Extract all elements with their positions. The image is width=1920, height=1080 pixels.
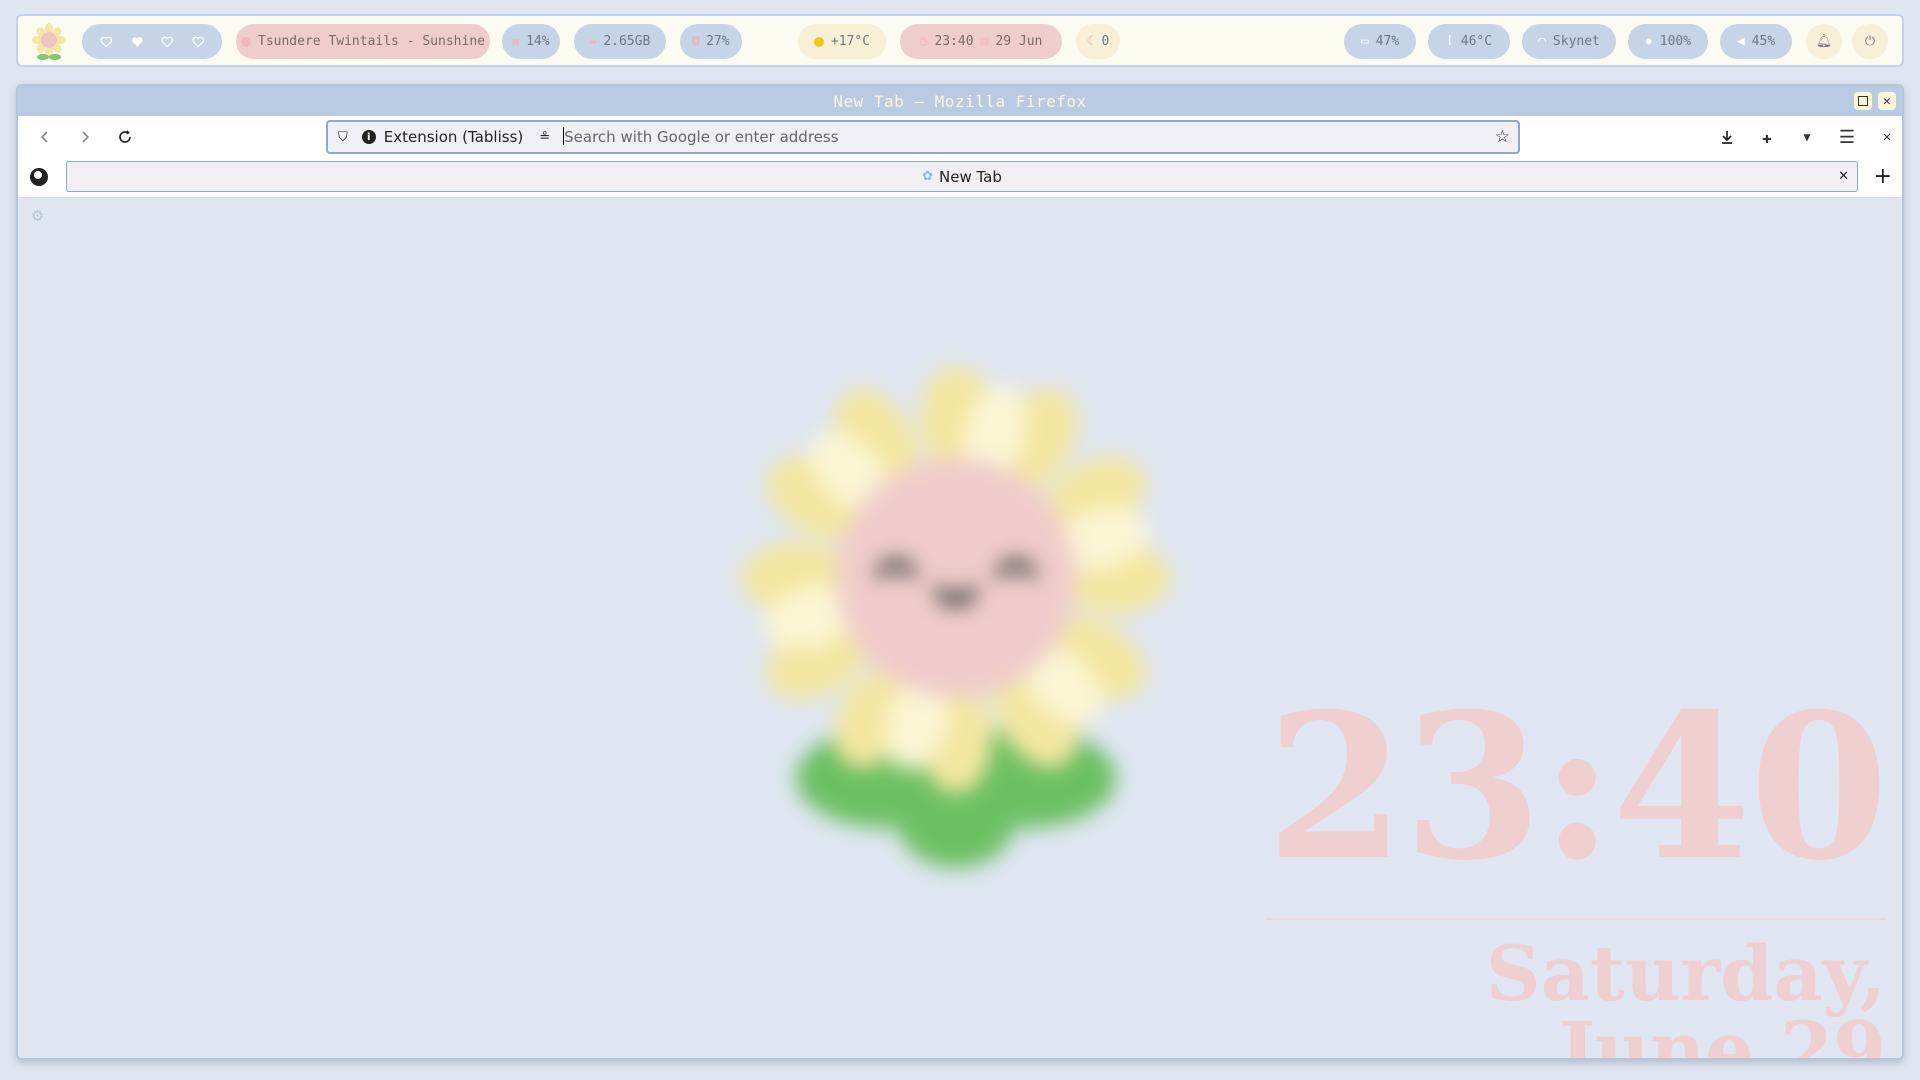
app-menu-button[interactable]: ☰ bbox=[1834, 125, 1860, 149]
clock-time-large: 23:40 bbox=[1266, 670, 1888, 905]
memory-value: 2.65GB bbox=[603, 34, 651, 49]
tab-close-icon[interactable]: ✕ bbox=[1838, 169, 1849, 184]
url-identity-label[interactable]: Extension (Tabliss) bbox=[384, 128, 523, 146]
firefox-view-button[interactable] bbox=[30, 168, 48, 186]
night-count: 0 bbox=[1101, 34, 1110, 49]
tabliss-clock: 23:40 Saturday, June 29 bbox=[1266, 670, 1888, 1060]
temperature-value: 46°C bbox=[1460, 34, 1493, 49]
workspace-switcher bbox=[82, 24, 222, 59]
sun-icon bbox=[813, 36, 824, 47]
volume-value: 45% bbox=[1751, 34, 1776, 49]
tab-new-tab[interactable]: ✿ New Tab ✕ bbox=[66, 161, 1858, 192]
firefox-window: New Tab — Mozilla Firefox ✕ ⛉ i Extensio… bbox=[16, 84, 1904, 1060]
moon-icon: ☾ bbox=[1086, 34, 1095, 49]
brightness-widget[interactable]: ✹ 100% bbox=[1628, 24, 1708, 59]
network-widget[interactable]: ◠ Skynet bbox=[1522, 24, 1616, 59]
hamburger-menu-icon: ☰ bbox=[1838, 126, 1856, 148]
reload-icon bbox=[119, 130, 131, 143]
power-icon: ⏻ bbox=[1864, 34, 1876, 49]
close-toolbar-button[interactable]: ✕ bbox=[1874, 125, 1900, 149]
weather-value: +17°C bbox=[830, 34, 871, 49]
info-icon[interactable]: i bbox=[361, 130, 376, 144]
permissions-icon[interactable]: ≗ bbox=[539, 130, 550, 145]
media-player[interactable]: Tsundere Twintails - Sunshine bbox=[236, 24, 490, 59]
blurred-flower-background-image bbox=[741, 368, 1171, 868]
workspace-4-heart-icon[interactable] bbox=[191, 35, 205, 49]
clock-divider bbox=[1266, 918, 1886, 920]
workspace-2-heart-icon[interactable] bbox=[131, 35, 144, 49]
bookmark-star-icon[interactable]: ☆ bbox=[1495, 127, 1510, 147]
workspace-1-heart-icon[interactable] bbox=[100, 35, 113, 49]
url-input[interactable]: Search with Google or enter address bbox=[563, 127, 839, 146]
notifications-button[interactable]: 🔔︎ bbox=[1806, 24, 1842, 59]
workspace-3-heart-icon[interactable] bbox=[161, 35, 174, 49]
plus-icon: + bbox=[1873, 164, 1892, 189]
power-button[interactable]: ⏻ bbox=[1852, 24, 1888, 59]
weather-widget[interactable]: +17°C bbox=[798, 24, 886, 59]
clock-time: 23:40 bbox=[934, 34, 974, 49]
tracking-shield-icon[interactable]: ⛉ bbox=[338, 130, 348, 145]
navigation-toolbar: ⛉ i Extension (Tabliss) ≗ Search with Go… bbox=[18, 116, 1902, 158]
downloads-button[interactable] bbox=[1714, 125, 1740, 149]
battery-widget[interactable]: ▭ 47% bbox=[1344, 24, 1416, 59]
speaker-icon: ◀ bbox=[1736, 34, 1745, 49]
calendar-icon: ▤ bbox=[980, 34, 989, 49]
disk-widget[interactable]: ◘ 27% bbox=[680, 24, 742, 59]
cpu-value: 14% bbox=[526, 34, 550, 49]
battery-icon: ▭ bbox=[1360, 34, 1369, 49]
tab-bar: ✿ New Tab ✕ + bbox=[18, 158, 1902, 198]
new-tab-button[interactable]: + bbox=[1874, 164, 1892, 189]
reload-button[interactable] bbox=[112, 125, 138, 149]
bell-icon: 🔔︎ bbox=[1815, 34, 1833, 49]
close-icon: ✕ bbox=[1882, 129, 1892, 145]
thermometer-icon: ǀ bbox=[1445, 34, 1454, 49]
new-tab-page: ⚙ 23:40 Saturday, June 29 bbox=[18, 198, 1902, 1060]
maximize-button[interactable] bbox=[1854, 92, 1872, 110]
disk-icon: ◘ bbox=[692, 35, 700, 48]
forward-arrow-icon bbox=[82, 131, 90, 143]
tabliss-flower-icon: ✿ bbox=[922, 169, 933, 184]
status-bar: Tsundere Twintails - Sunshine ▦ 14% ▬ 2.… bbox=[16, 14, 1904, 67]
text-caret bbox=[563, 127, 565, 145]
url-bar[interactable]: ⛉ i Extension (Tabliss) ≗ Search with Go… bbox=[326, 120, 1520, 154]
close-icon: ✕ bbox=[1882, 93, 1892, 109]
back-button[interactable] bbox=[32, 125, 58, 149]
download-icon bbox=[1722, 131, 1732, 144]
close-window-button[interactable]: ✕ bbox=[1878, 92, 1896, 110]
clock-icon: ◷ bbox=[919, 34, 928, 49]
media-title: Tsundere Twintails - Sunshine bbox=[258, 34, 485, 49]
temperature-widget[interactable]: ǀ 46°C bbox=[1428, 24, 1510, 59]
url-placeholder: Search with Google or enter address bbox=[564, 128, 839, 146]
maximize-icon bbox=[1858, 96, 1868, 106]
clock-widget[interactable]: ◷ 23:40 ▤ 29 Jun bbox=[900, 24, 1062, 59]
brightness-icon: ✹ bbox=[1644, 34, 1653, 49]
firefox-view-icon bbox=[34, 171, 42, 179]
memory-icon: ▬ bbox=[589, 35, 597, 48]
gear-icon[interactable]: ⚙ bbox=[32, 205, 43, 226]
wifi-icon: ◠ bbox=[1538, 34, 1546, 49]
clock-date-large: Saturday, June 29 bbox=[1485, 929, 1886, 1060]
network-name: Skynet bbox=[1552, 34, 1600, 49]
back-arrow-icon bbox=[40, 131, 48, 143]
cpu-icon: ▦ bbox=[512, 35, 520, 48]
volume-widget[interactable]: ◀ 45% bbox=[1720, 24, 1792, 59]
cpu-widget[interactable]: ▦ 14% bbox=[502, 24, 560, 59]
disk-value: 27% bbox=[706, 34, 730, 49]
extensions-button[interactable]: ✚ bbox=[1754, 125, 1780, 149]
music-icon bbox=[241, 36, 251, 47]
forward-button[interactable] bbox=[72, 125, 98, 149]
puzzle-icon: ✚ bbox=[1762, 127, 1772, 147]
tab-label: New Tab bbox=[939, 167, 1002, 186]
window-titlebar[interactable]: New Tab — Mozilla Firefox ✕ bbox=[18, 86, 1902, 116]
chevron-down-icon: ▼ bbox=[1803, 130, 1811, 144]
night-mode-widget[interactable]: ☾ 0 bbox=[1076, 24, 1120, 59]
clock-date: 29 Jun bbox=[995, 34, 1043, 49]
memory-widget[interactable]: ▬ 2.65GB bbox=[574, 24, 666, 59]
brightness-value: 100% bbox=[1659, 34, 1692, 49]
battery-value: 47% bbox=[1375, 34, 1400, 49]
tab-list-button[interactable]: ▼ bbox=[1794, 125, 1820, 149]
window-title: New Tab — Mozilla Firefox bbox=[833, 91, 1087, 111]
flower-logo-icon[interactable] bbox=[30, 21, 68, 61]
